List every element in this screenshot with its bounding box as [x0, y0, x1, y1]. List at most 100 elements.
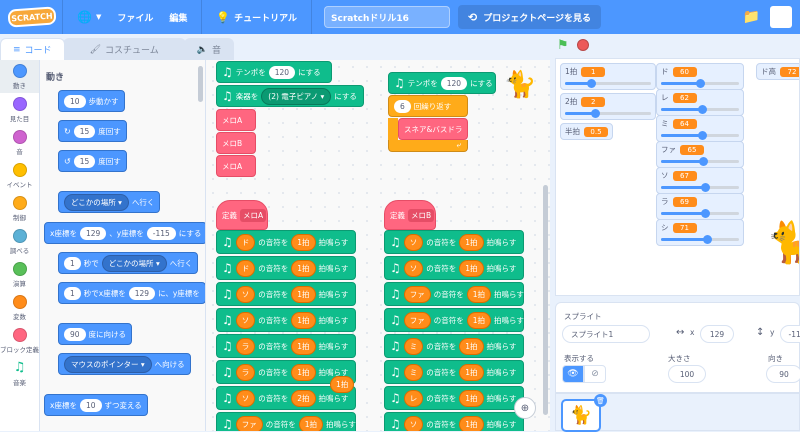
set-tempo-block[interactable]: ♫ テンポを 120 にする: [388, 72, 496, 94]
edit-menu[interactable]: 編集: [161, 11, 195, 24]
play-note-block[interactable]: ♫ レの音符を 1拍 拍鳴らす: [384, 386, 524, 410]
point-direction-block[interactable]: 90 度に向ける: [58, 323, 133, 345]
play-note-block[interactable]: ♫ ソの音符を 1拍 拍鳴らす: [384, 412, 524, 431]
category-sensing[interactable]: 調べる: [0, 225, 39, 258]
hide-sprite-button[interactable]: ⊘: [584, 365, 606, 383]
monitor-slider[interactable]: [661, 209, 739, 218]
note-reporter[interactable]: ラ: [235, 363, 256, 381]
category-looks[interactable]: 見た目: [0, 93, 39, 126]
workspace-scrollbar[interactable]: [543, 185, 548, 415]
glide-to-block[interactable]: 1 秒で どこかの場所 ▾ へ行く: [58, 252, 199, 274]
define-melB-block[interactable]: 定義 メロB: [384, 200, 436, 230]
tab-costumes[interactable]: 🖌 コスチューム: [62, 38, 186, 60]
monitor-slider[interactable]: [661, 79, 739, 88]
note-reporter[interactable]: ミ: [403, 363, 424, 381]
glide-xy-block[interactable]: 1 秒でx座標を 129 に、y座標を: [58, 282, 205, 304]
change-x-block[interactable]: x座標を 10 ずつ変える: [44, 394, 148, 416]
call-snare-bass-block[interactable]: スネア&バスドラ: [398, 118, 468, 140]
category-control[interactable]: 制御: [0, 192, 39, 225]
beat-reporter[interactable]: 1拍: [459, 389, 484, 407]
monitor-slider[interactable]: [661, 131, 739, 140]
play-note-block[interactable]: ♫ ミの音符を 1拍 拍鳴らす: [384, 334, 524, 358]
zoom-in-button[interactable]: ⊕: [514, 397, 536, 419]
towards-target-dropdown[interactable]: マウスのポインター ▾: [64, 355, 152, 373]
note-reporter[interactable]: ファ: [235, 415, 263, 431]
goto-xy-block[interactable]: x座標を 129 、y座標を -115 にする: [44, 222, 205, 244]
seconds-input[interactable]: 1: [64, 286, 81, 300]
tempo-input[interactable]: 120: [268, 65, 296, 79]
turn-left-block[interactable]: ↺ 15 度回す: [58, 150, 127, 172]
direction-input[interactable]: 90: [64, 327, 86, 341]
monitor-slider[interactable]: [565, 79, 651, 88]
goto-target-dropdown[interactable]: どこかの場所 ▾: [64, 193, 129, 211]
beat-reporter[interactable]: 1拍: [291, 363, 316, 381]
x-change-input[interactable]: 10: [79, 398, 102, 412]
beat-reporter[interactable]: 1拍: [459, 233, 484, 251]
play-note-block[interactable]: ♫ ドの音符を 1拍 拍鳴らす: [216, 230, 356, 254]
my-stuff-folder-icon[interactable]: 📁: [743, 9, 760, 25]
note-reporter[interactable]: ソ: [403, 259, 424, 277]
note-reporter[interactable]: ド: [235, 259, 256, 277]
x-input[interactable]: 129: [79, 226, 107, 240]
beat-reporter[interactable]: 1拍: [459, 259, 484, 277]
beat-reporter[interactable]: 1拍: [459, 363, 484, 381]
note-reporter[interactable]: ミ: [403, 337, 424, 355]
monitor-slider[interactable]: [661, 157, 739, 166]
beat-reporter[interactable]: 1拍: [291, 311, 316, 329]
beat-reporter[interactable]: 1拍: [459, 415, 484, 431]
sprite-name-input[interactable]: スプライト1: [562, 325, 650, 343]
green-flag-icon[interactable]: ⚑: [557, 38, 569, 53]
size-input[interactable]: 100: [668, 365, 706, 383]
category-my-blocks[interactable]: ブロック定義: [0, 324, 39, 357]
tab-code[interactable]: ≡ コード: [0, 38, 65, 60]
point-towards-block[interactable]: マウスのポインター ▾ へ向ける: [58, 353, 191, 375]
steps-input[interactable]: 10: [64, 94, 86, 108]
stop-icon[interactable]: [576, 39, 589, 51]
y-input[interactable]: -115: [780, 325, 800, 343]
play-note-block[interactable]: ♫ ソの音符を 1拍 拍鳴らす: [216, 308, 356, 332]
category-music[interactable]: ♫ 音楽: [0, 357, 39, 390]
direction-input[interactable]: 90: [766, 365, 800, 383]
stage-cat-sprite-icon[interactable]: 🐈: [766, 219, 799, 266]
category-events[interactable]: イベント: [0, 159, 39, 192]
stage[interactable]: 1拍 1 2拍 2 半拍 0.5 ド 60 レ 62 ミ 64 ファ 65 ソ 67 ラ 69 シ 71 ド高 7…: [555, 58, 800, 296]
beat-reporter[interactable]: 1拍: [291, 233, 316, 251]
category-sound[interactable]: 音: [0, 126, 39, 159]
repeat-count-input[interactable]: 6: [394, 99, 411, 113]
avatar[interactable]: 🐱: [770, 6, 792, 28]
degrees-input[interactable]: 15: [73, 124, 96, 138]
file-menu[interactable]: ファイル: [109, 11, 161, 24]
see-project-page-button[interactable]: ⟲ プロジェクトページを見る: [458, 5, 602, 29]
beat-reporter[interactable]: 1拍: [291, 259, 316, 277]
play-note-block[interactable]: ♫ ソの音符を 1拍 拍鳴らす: [384, 230, 524, 254]
scratch-logo[interactable]: SCRATCH: [7, 6, 57, 28]
category-variables[interactable]: 変数: [0, 291, 39, 324]
note-reporter[interactable]: ソ: [403, 233, 424, 251]
play-note-block[interactable]: ♫ ドの音符を 1拍 拍鳴らす: [216, 256, 356, 280]
play-note-block[interactable]: ♫ ラの音符を 1拍 拍鳴らす: [216, 334, 356, 358]
monitor-slider[interactable]: [661, 105, 739, 114]
beat-reporter[interactable]: 1拍: [466, 311, 492, 329]
note-reporter[interactable]: ソ: [235, 285, 256, 303]
monitor-slider[interactable]: [565, 109, 651, 118]
beat-reporter[interactable]: 1拍: [291, 285, 316, 303]
delete-sprite-button[interactable]: 🗑: [594, 394, 607, 407]
category-motion[interactable]: 動き: [0, 60, 39, 93]
y-input[interactable]: -115: [146, 226, 176, 240]
call-melA-block[interactable]: メロA: [216, 155, 256, 177]
note-reporter[interactable]: ファ: [403, 311, 431, 329]
degrees-input[interactable]: 15: [73, 154, 96, 168]
goto-block[interactable]: どこかの場所 ▾ へ行く: [58, 191, 161, 213]
note-reporter[interactable]: ラ: [235, 337, 256, 355]
beat-reporter[interactable]: 2拍: [291, 389, 316, 407]
play-note-block[interactable]: ♫ ソの音符を 1拍 拍鳴らす: [216, 282, 356, 306]
play-note-block[interactable]: ♫ ファ の音符を 1拍 拍鳴らす: [384, 308, 524, 332]
x-input[interactable]: 129: [128, 286, 156, 300]
play-note-block[interactable]: ♫ ファ の音符を 1拍 拍鳴らす: [384, 282, 524, 306]
seconds-input[interactable]: 1: [64, 256, 81, 270]
call-melB-block[interactable]: メロB: [216, 132, 256, 154]
play-note-block[interactable]: ♫ ソの音符を 1拍 拍鳴らす: [384, 256, 524, 280]
beat-reporter[interactable]: 1拍: [330, 376, 355, 393]
set-tempo-block[interactable]: ♫ テンポを 120 にする: [216, 61, 332, 83]
glide-target-dropdown[interactable]: どこかの場所 ▾: [101, 254, 167, 272]
